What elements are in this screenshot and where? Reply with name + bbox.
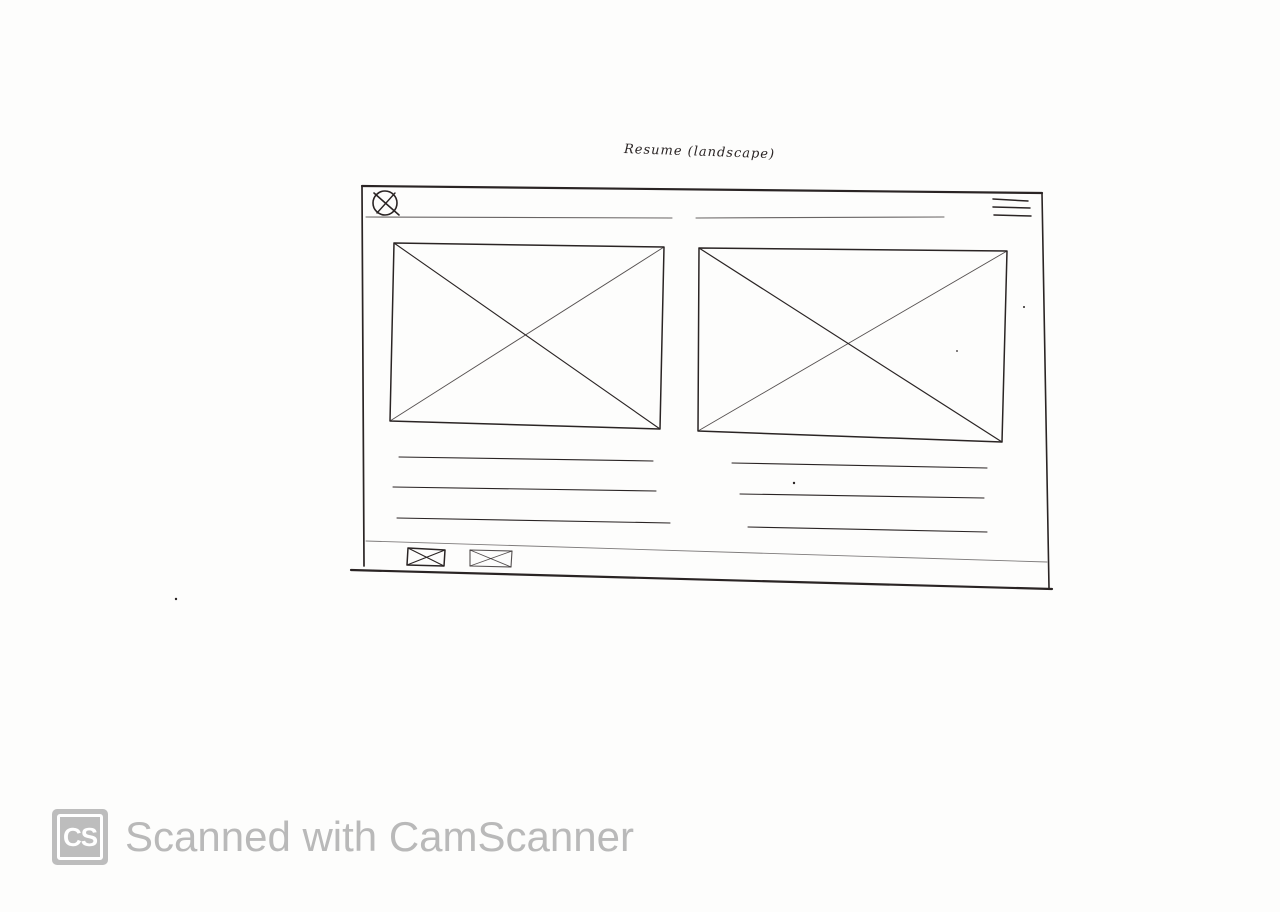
wireframe-sketch [174,184,1054,601]
wireframe-window-frame [349,184,1054,591]
scanned-page: Resume (landscape) CS Scanned with CamSc… [0,0,1280,912]
camscanner-logo: CS [52,809,108,865]
left-caption-lines [392,456,671,524]
hamburger-menu-icon[interactable] [992,198,1032,217]
camscanner-watermark: CS Scanned with CamScanner [52,808,634,866]
left-image-placeholder [389,242,665,430]
camscanner-logo-text: CS [57,814,103,860]
footer-divider [365,540,1048,563]
close-icon[interactable] [372,190,400,216]
footer-thumbnail[interactable] [406,547,446,567]
right-image-placeholder [697,247,1008,443]
footer-thumbnail[interactable] [469,549,513,568]
right-caption-lines [731,462,988,533]
scan-specks [174,306,1025,601]
camscanner-watermark-text: Scanned with CamScanner [125,813,634,860]
wireframe-header-bar [365,216,945,219]
